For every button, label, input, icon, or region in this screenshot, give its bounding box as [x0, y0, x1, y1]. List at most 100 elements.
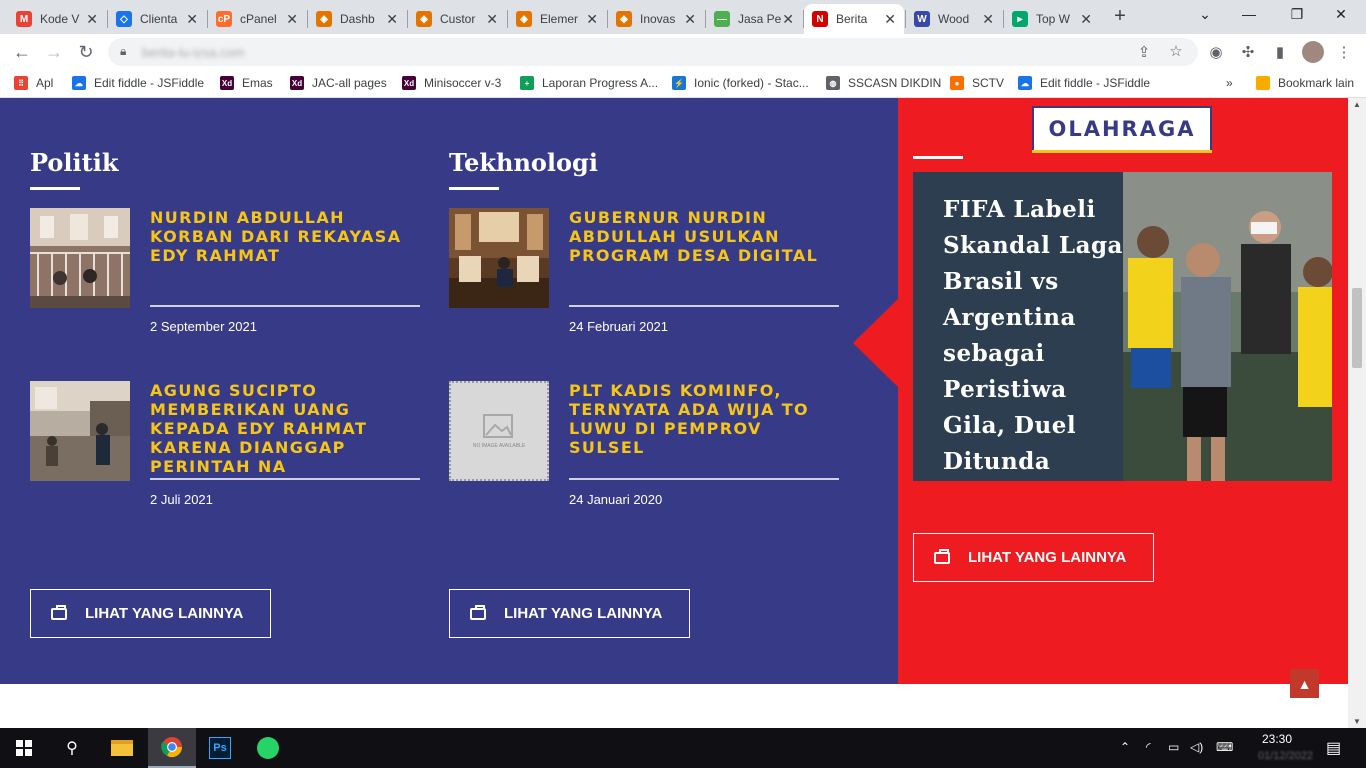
- clock-time[interactable]: 23:30: [1262, 732, 1292, 746]
- no-image-label: NO IMAGE AVAILABLE: [472, 443, 526, 449]
- bookmark-item[interactable]: ◍ SSCASN DIKDIN: [826, 76, 941, 90]
- close-tab-icon[interactable]: ✕: [586, 11, 598, 28]
- tray-chevron-icon[interactable]: ⌃: [1120, 740, 1130, 754]
- tab-10[interactable]: ▸ Top W ✕: [1004, 4, 1100, 34]
- no-image-placeholder[interactable]: NO IMAGE AVAILABLE: [449, 381, 549, 481]
- tab-5[interactable]: ◈ Elemer ✕: [508, 4, 606, 34]
- tab-search-icon[interactable]: ⌄: [1190, 6, 1220, 23]
- cloud-icon: ◇: [116, 11, 132, 27]
- reload-button[interactable]: ↻: [74, 42, 98, 63]
- article-headline[interactable]: PLT KADIS KOMINFO, TERNYATA ADA WIJA TO …: [569, 381, 839, 457]
- article-thumbnail[interactable]: [30, 381, 130, 481]
- close-tab-icon[interactable]: ✕: [684, 11, 696, 28]
- tab-4[interactable]: ◈ Custor ✕: [408, 4, 506, 34]
- close-tab-icon[interactable]: ✕: [884, 11, 896, 28]
- tab-3[interactable]: ◈ Dashb ✕: [308, 4, 406, 34]
- bolt-icon: ⚡: [672, 76, 686, 90]
- close-tab-icon[interactable]: ✕: [1080, 11, 1092, 28]
- side-panel-icon[interactable]: ▮: [1270, 43, 1290, 61]
- camera-icon[interactable]: ◉: [1206, 43, 1226, 61]
- section-underline: [30, 187, 80, 190]
- tab-0[interactable]: M Kode V ✕: [8, 4, 106, 34]
- chrome-icon[interactable]: [148, 728, 196, 768]
- close-tab-icon[interactable]: ✕: [486, 11, 498, 28]
- panel-arrow: [853, 298, 899, 388]
- windows-start-icon[interactable]: [0, 728, 48, 768]
- tab-1[interactable]: ◇ Clienta ✕: [108, 4, 206, 34]
- photoshop-icon[interactable]: Ps: [196, 728, 244, 768]
- close-tab-icon[interactable]: ✕: [782, 11, 794, 28]
- article-date: 2 Juli 2021: [150, 492, 213, 507]
- section-badge-olahraga: OLAHRAGA: [1032, 106, 1212, 152]
- clock-date[interactable]: 01/12/2022: [1258, 750, 1313, 762]
- list-item[interactable]: NO IMAGE AVAILABLE PLT KADIS KOMINFO, TE…: [449, 381, 849, 521]
- battery-icon[interactable]: ▭: [1168, 740, 1179, 754]
- volume-icon[interactable]: ◁): [1190, 740, 1203, 754]
- bookmark-item[interactable]: ☁ Edit fiddle - JSFiddle: [1018, 76, 1150, 90]
- olahraga-more-button[interactable]: LIHAT YANG LAINNYA: [913, 533, 1154, 582]
- list-item[interactable]: AGUNG SUCIPTO MEMBERIKAN UANG KEPADA EDY…: [30, 381, 430, 521]
- tab-7[interactable]: — Jasa Pe ✕: [706, 4, 802, 34]
- tab-6[interactable]: ◈ Inovas ✕: [608, 4, 704, 34]
- restore-button[interactable]: ❐: [1282, 6, 1312, 23]
- address-bar[interactable]: 🔒︎ berita-lu-izsa.com ⇪ ☆: [108, 38, 1198, 66]
- bookmark-item[interactable]: Xd JAC-all pages: [290, 76, 387, 90]
- close-tab-icon[interactable]: ✕: [982, 11, 994, 28]
- notifications-icon[interactable]: ▤: [1326, 738, 1341, 758]
- tab-9[interactable]: W Wood ✕: [906, 4, 1002, 34]
- tekhnologi-more-button[interactable]: LIHAT YANG LAINNYA: [449, 589, 690, 638]
- close-tab-icon[interactable]: ✕: [286, 11, 298, 28]
- extensions-icon[interactable]: ✣: [1238, 43, 1258, 61]
- profile-avatar[interactable]: [1302, 41, 1324, 63]
- close-tab-icon[interactable]: ✕: [86, 11, 98, 28]
- featured-headline[interactable]: FIFA Labeli Skandal Laga Brasil vs Argen…: [943, 192, 1123, 480]
- divider: [569, 305, 839, 307]
- article-headline[interactable]: AGUNG SUCIPTO MEMBERIKAN UANG KEPADA EDY…: [150, 381, 420, 476]
- featured-photo[interactable]: [1123, 172, 1332, 481]
- back-button[interactable]: ←: [10, 42, 34, 63]
- tab-2[interactable]: cP cPanel ✕: [208, 4, 306, 34]
- close-tab-icon[interactable]: ✕: [386, 11, 398, 28]
- bookmark-item[interactable]: ☁ Edit fiddle - JSFiddle: [72, 76, 204, 90]
- bookmark-item[interactable]: ⚡ Ionic (forked) - Stac...: [672, 76, 809, 90]
- keyboard-icon[interactable]: ⌨: [1216, 740, 1233, 754]
- news-icon: N: [812, 11, 828, 27]
- scroll-down-arrow-icon[interactable]: ▼: [1353, 717, 1361, 726]
- back-to-top-button[interactable]: ▲: [1290, 669, 1319, 698]
- list-item[interactable]: NURDIN ABDULLAH KORBAN DARI REKAYASA EDY…: [30, 208, 430, 348]
- tab-8[interactable]: N Berita ✕: [804, 4, 904, 34]
- bookmark-item[interactable]: Xd Emas: [220, 76, 273, 90]
- forward-button[interactable]: →: [42, 42, 66, 63]
- article-thumbnail[interactable]: [30, 208, 130, 308]
- site-icon: ◈: [616, 11, 632, 27]
- whatsapp-icon[interactable]: [244, 728, 292, 768]
- bookmark-item[interactable]: ⠿ Apl: [14, 76, 53, 90]
- share-icon[interactable]: ⇪: [1134, 43, 1154, 61]
- bookmark-item[interactable]: + Laporan Progress A...: [520, 76, 658, 90]
- menu-icon[interactable]: ⋮: [1334, 43, 1354, 61]
- bookmark-item[interactable]: Xd Minisoccer v-3: [402, 76, 501, 90]
- new-tab-button[interactable]: +: [1108, 5, 1132, 28]
- close-window-button[interactable]: ✕: [1326, 6, 1356, 23]
- bookmarks-overflow-button[interactable]: »: [1226, 76, 1233, 90]
- page-scrollbar[interactable]: ▲ ▼: [1348, 98, 1366, 728]
- bookmark-item[interactable]: ● SCTV: [950, 76, 1004, 90]
- bookmark-star-icon[interactable]: ☆: [1166, 42, 1186, 60]
- article-thumbnail[interactable]: [449, 208, 549, 308]
- wifi-icon[interactable]: ◜: [1146, 740, 1151, 754]
- featured-article[interactable]: FIFA Labeli Skandal Laga Brasil vs Argen…: [913, 172, 1332, 481]
- scrollbar-thumb[interactable]: [1352, 288, 1362, 368]
- minimize-button[interactable]: —: [1234, 6, 1264, 22]
- other-bookmarks-folder[interactable]: Bookmark lain: [1256, 76, 1354, 90]
- close-tab-icon[interactable]: ✕: [186, 11, 198, 28]
- article-headline[interactable]: NURDIN ABDULLAH KORBAN DARI REKAYASA EDY…: [150, 208, 420, 265]
- scroll-up-arrow-icon[interactable]: ▲: [1353, 100, 1361, 109]
- politik-more-button[interactable]: LIHAT YANG LAINNYA: [30, 589, 271, 638]
- browser-toolbar: ← → ↻ 🔒︎ berita-lu-izsa.com ⇪ ☆ ◉ ✣ ▮ ⋮: [0, 34, 1366, 70]
- site-icon: W: [914, 11, 930, 27]
- cloud-icon: ☁: [72, 76, 86, 90]
- search-icon[interactable]: ⚲: [48, 728, 96, 768]
- file-explorer-icon[interactable]: [98, 728, 146, 768]
- article-headline[interactable]: GUBERNUR NURDIN ABDULLAH USULKAN PROGRAM…: [569, 208, 839, 265]
- list-item[interactable]: GUBERNUR NURDIN ABDULLAH USULKAN PROGRAM…: [449, 208, 849, 348]
